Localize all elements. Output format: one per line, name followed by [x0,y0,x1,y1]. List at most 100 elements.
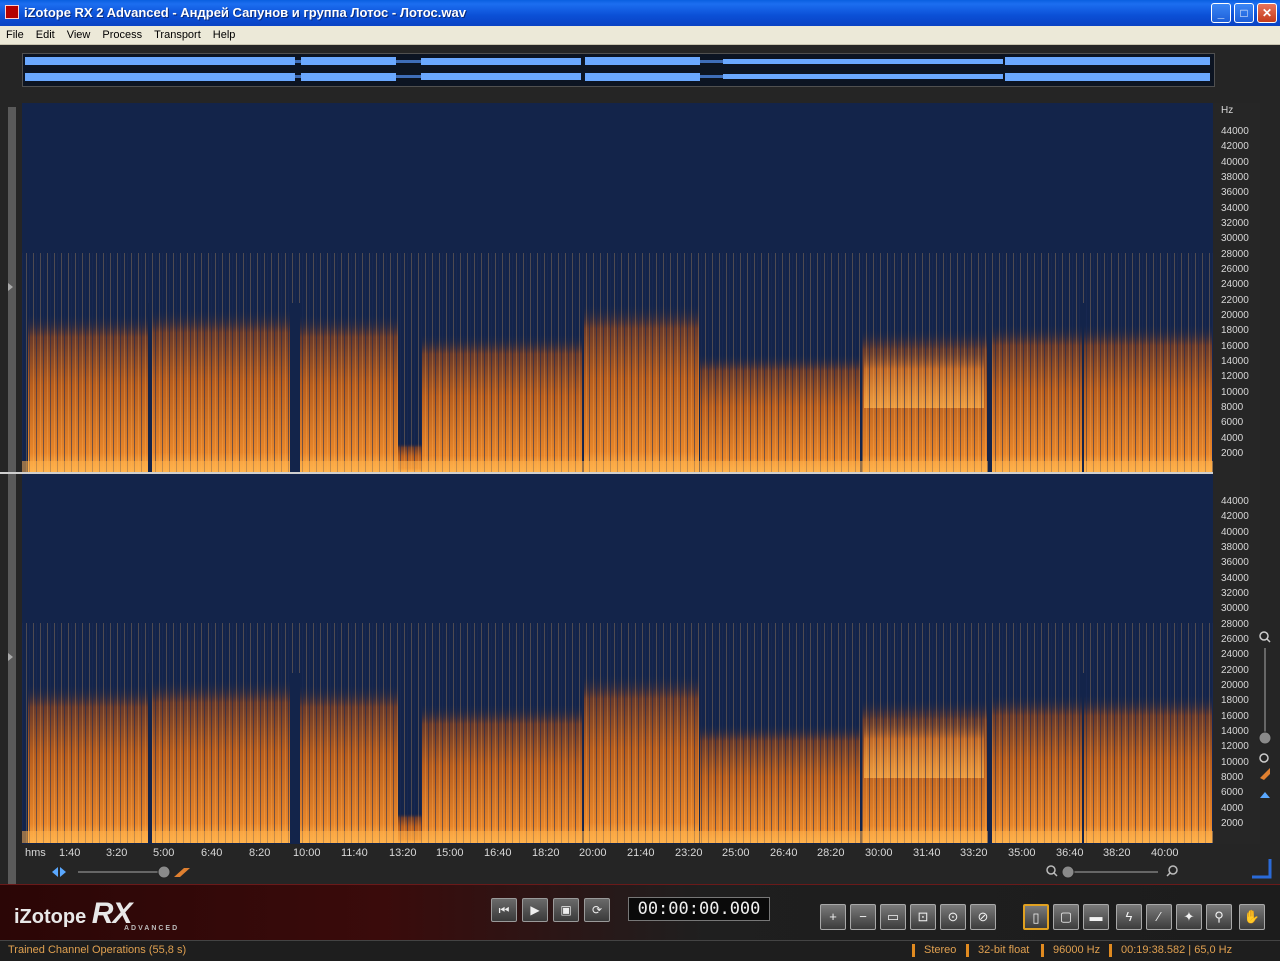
status-bar: Trained Channel Operations (55,8 s) Ster… [0,940,1280,961]
time-frequency-selection-tool[interactable]: ▢ [1053,904,1079,930]
lasso-tool[interactable]: ϟ [1116,904,1142,930]
freq-label: 28000 [1221,619,1249,630]
freq-label: 20000 [1221,680,1249,691]
freq-label: 40000 [1221,527,1249,538]
time-label: 15:00 [436,847,464,859]
freq-label: 12000 [1221,741,1249,752]
zoom-out-button[interactable]: − [850,904,876,930]
frequency-selection-icon: ▬ [1089,909,1103,924]
time-label: 36:40 [1056,847,1084,859]
magic-wand-icon: ✦ [1183,909,1195,924]
zoom-out-icon: − [859,909,867,924]
freq-label: 28000 [1221,249,1249,260]
freq-label: 30000 [1221,603,1249,614]
frequency-unit: Hz [1221,105,1234,116]
menu-help[interactable]: Help [207,26,242,43]
time-label: 11:40 [341,847,368,859]
menu-view[interactable]: View [61,26,97,43]
freq-label: 42000 [1221,141,1249,152]
loop-button[interactable]: ⟳ [584,898,610,922]
time-label: 35:00 [1008,847,1036,859]
freq-label: 12000 [1221,371,1249,382]
zoom-tool[interactable]: ⚲ [1206,904,1232,930]
vertical-zoom-slider[interactable] [1258,630,1272,810]
zoom-fit-button[interactable]: ▭ [880,904,906,930]
freq-label: 32000 [1221,218,1249,229]
hand-icon: ✋ [1243,909,1261,924]
channel-rail[interactable] [8,107,16,887]
zoom-in-button[interactable]: + [820,904,846,930]
minimize-button[interactable]: _ [1211,3,1231,23]
play-selection-button[interactable]: ▣ [553,898,579,922]
time-selection-tool[interactable]: ▯ [1023,904,1049,930]
freq-label: 8000 [1221,402,1244,413]
time-axis: hms 1:40 3:20 5:00 6:40 8:20 10:00 11:40… [22,844,1213,862]
horizontal-zoom-slider[interactable] [52,865,192,879]
zoom-time-button[interactable]: ⊙ [940,904,966,930]
time-label: 33:20 [960,847,988,859]
frequency-zoom-slider[interactable] [1046,865,1182,879]
status-cursor: 00:19:38.582 | 65,0 Hz [1121,944,1233,956]
freq-label: 36000 [1221,557,1249,568]
freq-label: 24000 [1221,279,1249,290]
waveform-overview[interactable] [22,53,1215,87]
frequency-axis: Hz 44000 42000 40000 38000 36000 34000 3… [1213,103,1260,844]
magic-wand-tool[interactable]: ✦ [1176,904,1202,930]
time-label: 30:00 [865,847,893,859]
freq-label: 44000 [1221,496,1249,507]
time-label: 26:40 [770,847,798,859]
time-label: 13:20 [389,847,417,859]
play-button[interactable]: ▶ [522,898,548,922]
hand-tool[interactable]: ✋ [1239,904,1265,930]
channel-right-arrow-icon[interactable] [8,653,13,661]
freq-label: 32000 [1221,588,1249,599]
loop-icon: ⟳ [591,903,603,917]
close-button[interactable]: ✕ [1257,3,1277,23]
time-label: 18:20 [532,847,560,859]
bottom-toolbar: iZotope RX ADVANCED ⏮ ▶ ▣ ⟳ 00:00:00.000… [0,884,1280,941]
time-selection-icon: ▯ [1032,910,1040,925]
freq-label: 34000 [1221,573,1249,584]
zoom-frequency-button[interactable]: ⊘ [970,904,996,930]
status-message: Trained Channel Operations (55,8 s) [8,944,187,956]
play-selection-icon: ▣ [560,903,572,917]
slider-handle [157,865,171,879]
freq-label: 14000 [1221,726,1249,737]
time-label: 6:40 [201,847,223,859]
channel-left-arrow-icon[interactable] [8,283,13,291]
time-label: 31:40 [913,847,941,859]
freq-label: 18000 [1221,325,1249,336]
time-unit: hms [25,847,46,859]
channel-separator [0,472,1213,474]
menu-transport[interactable]: Transport [148,26,207,43]
lasso-icon: ϟ [1125,909,1133,924]
time-label: 3:20 [106,847,128,859]
time-label: 28:20 [817,847,845,859]
menu-edit[interactable]: Edit [30,26,61,43]
frequency-selection-tool[interactable]: ▬ [1083,904,1109,930]
go-to-start-button[interactable]: ⏮ [491,898,517,922]
time-label: 8:20 [249,847,271,859]
time-label: 40:00 [1151,847,1179,859]
time-label: 25:00 [722,847,750,859]
time-frequency-selection-icon: ▢ [1059,909,1073,924]
freq-label: 22000 [1221,295,1249,306]
time-label: 23:20 [675,847,703,859]
freq-label: 34000 [1221,203,1249,214]
resize-corner-icon[interactable] [1250,857,1272,879]
magnifier-icon: ⚲ [1214,909,1224,924]
status-divider [912,944,915,957]
status-divider [1041,944,1044,957]
zoom-selection-button[interactable]: ⊡ [910,904,936,930]
menu-bar: File Edit View Process Transport Help [0,26,1280,45]
freq-label: 2000 [1221,448,1244,459]
brush-tool[interactable]: ⁄ [1146,904,1172,930]
menu-file[interactable]: File [0,26,30,43]
freq-label: 10000 [1221,387,1249,398]
menu-process[interactable]: Process [96,26,148,43]
skip-back-icon: ⏮ [498,903,510,917]
status-channels: Stereo [924,944,957,956]
timecode-display: 00:00:00.000 [628,897,770,921]
maximize-button[interactable]: □ [1234,3,1254,23]
freq-label: 16000 [1221,341,1249,352]
